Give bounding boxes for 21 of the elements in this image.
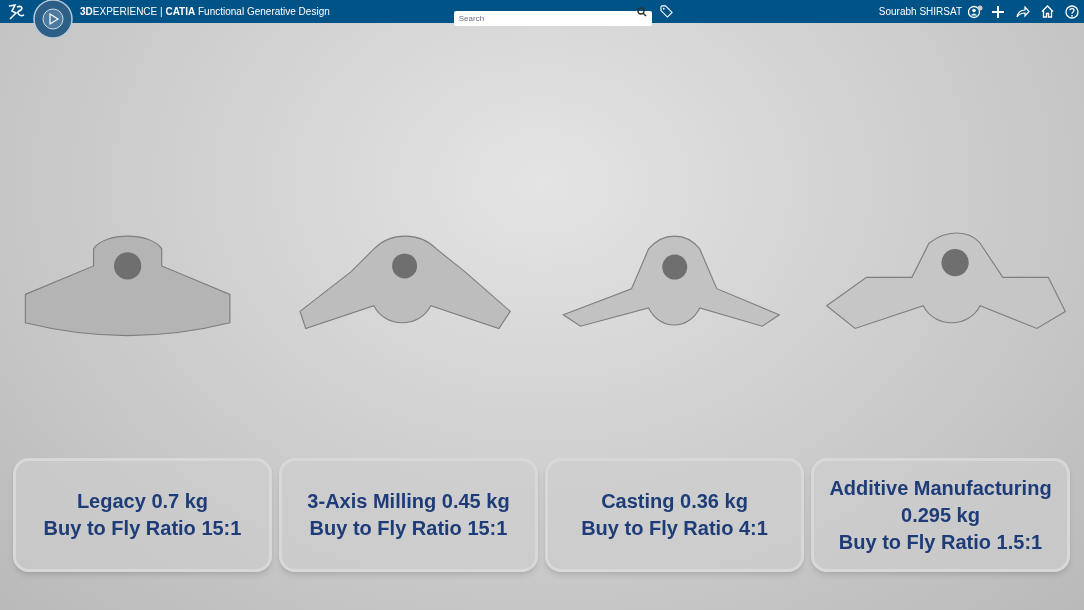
card-text: Additive Manufacturing [829, 475, 1052, 501]
card-text: 0.295 kg [901, 502, 980, 528]
home-icon[interactable] [1041, 5, 1054, 18]
search-field[interactable]: Search [453, 11, 652, 26]
tag-icon[interactable] [659, 5, 673, 18]
card-text: Buy to Fly Ratio 15:1 [309, 516, 508, 541]
card-text: 3-Axis Milling 0.45 kg [307, 489, 510, 514]
card-text: Buy to Fly Ratio 4:1 [581, 516, 768, 541]
user-icon[interactable] [968, 4, 983, 19]
help-icon[interactable] [1065, 4, 1079, 19]
logo-icon[interactable] [6, 2, 26, 21]
share-icon[interactable] [1016, 5, 1030, 18]
app-title: 3DEXPERIENCE | CATIA Functional Generative Design [80, 5, 330, 19]
card-text: Casting 0.36 kg [601, 489, 748, 514]
compass-icon[interactable] [32, 0, 74, 40]
plus-icon[interactable] [992, 5, 1004, 18]
card-text: Buy to Fly Ratio 1.5:1 [838, 529, 1043, 555]
card-text: Legacy 0.7 kg [76, 489, 209, 514]
search-icon[interactable] [636, 7, 647, 17]
card-text: Buy to Fly Ratio 15:1 [43, 516, 242, 541]
user-name[interactable]: Sourabh SHIRSAT [878, 4, 962, 19]
